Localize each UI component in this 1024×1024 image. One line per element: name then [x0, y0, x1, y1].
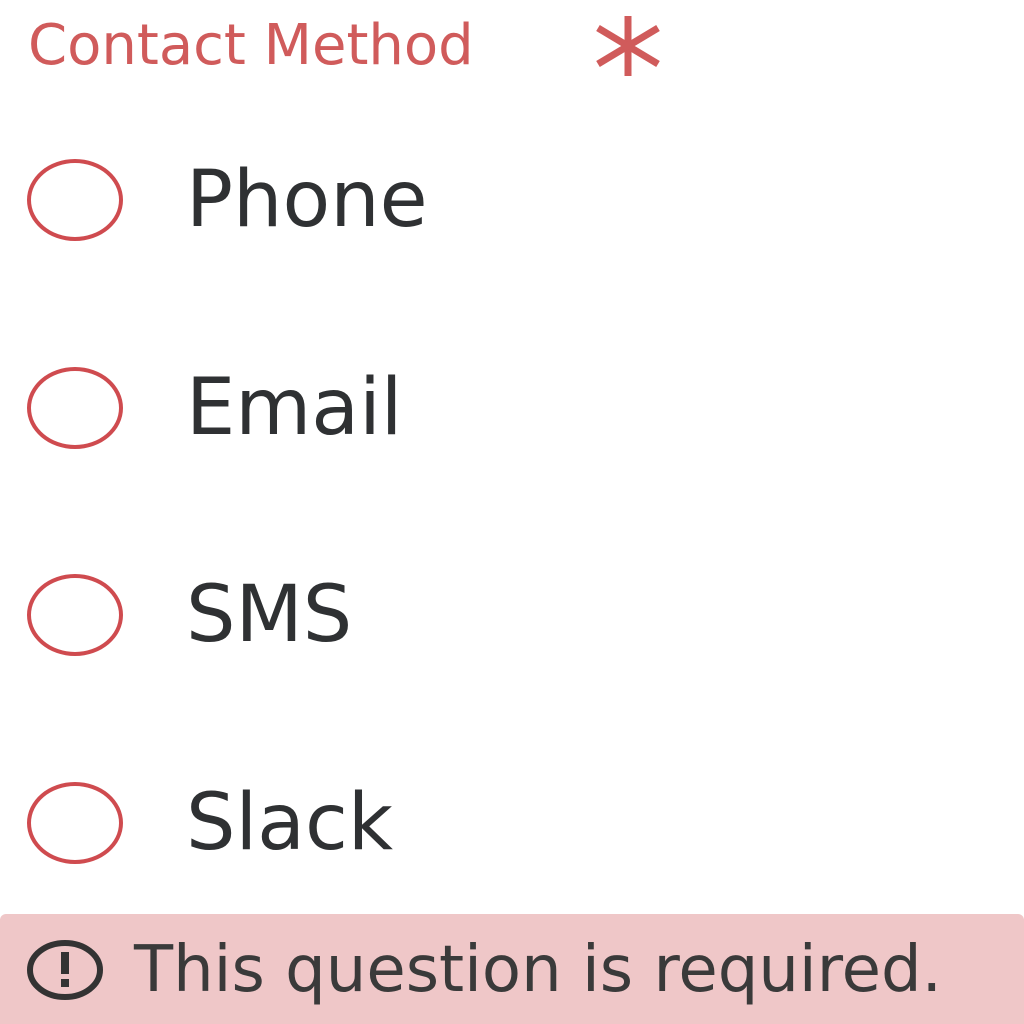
option-label: Slack — [186, 778, 394, 868]
validation-error-banner: This question is required. — [0, 914, 1024, 1024]
option-label: Email — [186, 363, 403, 453]
exclamation-circle-icon — [27, 940, 103, 1000]
option-label: Phone — [186, 155, 428, 245]
option-email[interactable]: Email — [0, 358, 1024, 458]
option-phone[interactable]: Phone — [0, 150, 1024, 250]
option-label: SMS — [186, 570, 353, 660]
error-message: This question is required. — [134, 933, 942, 1007]
radio-button[interactable] — [27, 159, 123, 241]
radio-button[interactable] — [27, 367, 123, 449]
radio-button[interactable] — [27, 574, 123, 656]
contact-method-question: Contact Method Phone Email SMS Slack Thi… — [0, 0, 1024, 1024]
radio-button[interactable] — [27, 782, 123, 864]
required-asterisk-icon — [596, 16, 660, 76]
option-sms[interactable]: SMS — [0, 565, 1024, 665]
question-title: Contact Method — [28, 13, 474, 78]
option-slack[interactable]: Slack — [0, 773, 1024, 873]
